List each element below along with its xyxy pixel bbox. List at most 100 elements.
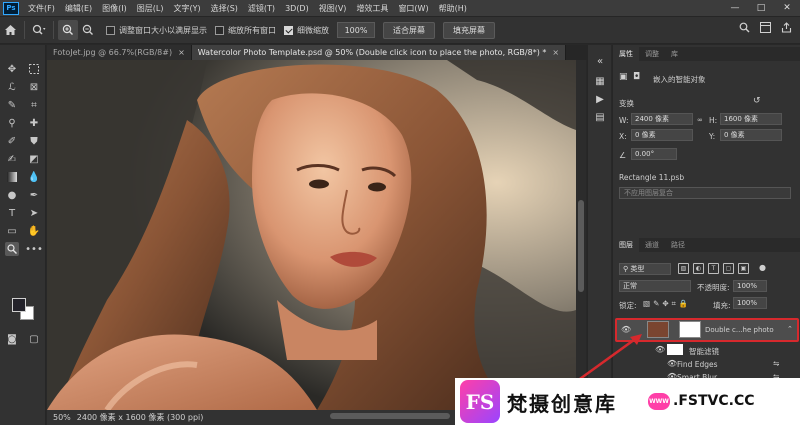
foreground-color-swatch[interactable] bbox=[12, 298, 26, 312]
quick-select-tool-icon[interactable]: ✎ bbox=[5, 98, 19, 112]
maximize-button[interactable]: □ bbox=[748, 0, 774, 16]
menu-layer[interactable]: 图层(L) bbox=[132, 3, 169, 14]
reset-transform-icon[interactable]: ↺ bbox=[753, 96, 761, 106]
blend-mode-select[interactable]: 正常 bbox=[619, 280, 691, 292]
smart-object-filter-icon[interactable]: ▣ bbox=[738, 263, 749, 274]
menu-filter[interactable]: 滤镜(T) bbox=[243, 3, 280, 14]
adjustment-filter-icon[interactable]: ◐ bbox=[693, 263, 704, 274]
scrollbar-thumb[interactable] bbox=[578, 200, 584, 292]
close-window-button[interactable]: ✕ bbox=[774, 0, 800, 16]
eye-icon[interactable]: 👁 bbox=[667, 359, 677, 368]
eye-icon[interactable]: 👁 bbox=[655, 345, 665, 354]
filter-toggle-icon[interactable]: ● bbox=[759, 263, 766, 272]
zoom-tool-preset-icon[interactable] bbox=[29, 20, 49, 40]
collapse-panels-icon[interactable]: « bbox=[594, 55, 606, 67]
tab-paths[interactable]: 路径 bbox=[665, 238, 691, 252]
lock-options-icon[interactable]: ▧✎✥⌗🔒 bbox=[643, 299, 691, 309]
gradient-tool-icon[interactable] bbox=[5, 170, 19, 184]
type-tool-icon[interactable]: T bbox=[5, 206, 19, 220]
move-tool-icon[interactable]: ✥ bbox=[5, 62, 19, 76]
tab-properties[interactable]: 属性 bbox=[613, 47, 639, 61]
tab-channels[interactable]: 通道 bbox=[639, 238, 665, 252]
close-tab-icon[interactable]: × bbox=[552, 48, 559, 57]
blur-tool-icon[interactable]: 💧 bbox=[27, 170, 41, 184]
lasso-tool-icon[interactable]: ℒ bbox=[5, 80, 19, 94]
menu-window[interactable]: 窗口(W) bbox=[393, 3, 433, 14]
zoom-all-windows-checkbox[interactable]: 缩放所有窗口 bbox=[215, 25, 276, 36]
y-field[interactable]: 0 像素 bbox=[720, 129, 782, 141]
search-icon: ⚲ bbox=[623, 265, 629, 273]
zoom-out-icon[interactable] bbox=[78, 20, 98, 40]
checkbox-box[interactable] bbox=[215, 25, 224, 35]
menu-edit[interactable]: 编辑(E) bbox=[60, 3, 97, 14]
layer-comp-select[interactable]: 不应用图层复合 bbox=[619, 187, 791, 199]
menu-plugins[interactable]: 增效工具 bbox=[351, 3, 393, 14]
zoom-level[interactable]: 50% bbox=[53, 413, 71, 422]
height-field[interactable]: 1600 像素 bbox=[720, 113, 782, 125]
menu-image[interactable]: 图像(I) bbox=[97, 3, 132, 14]
fit-screen-button[interactable]: 适合屏幕 bbox=[383, 21, 435, 39]
checkbox-box[interactable] bbox=[106, 25, 115, 35]
menu-select[interactable]: 选择(S) bbox=[206, 3, 243, 14]
eraser-tool-icon[interactable]: ◩ bbox=[27, 152, 41, 166]
horizontal-scrollbar-thumb[interactable] bbox=[330, 413, 450, 419]
menu-view[interactable]: 视图(V) bbox=[314, 3, 352, 14]
healing-brush-tool-icon[interactable]: ✚ bbox=[27, 116, 41, 130]
tab-libraries[interactable]: 库 bbox=[665, 47, 684, 61]
layer-filter-select[interactable]: ⚲ 类型 bbox=[619, 263, 671, 275]
y-label: Y: bbox=[709, 132, 716, 141]
menu-file[interactable]: 文件(F) bbox=[23, 3, 60, 14]
expand-icon[interactable]: ⌃ bbox=[787, 325, 793, 333]
crop-tool-icon[interactable]: ⌗ bbox=[27, 98, 41, 112]
share-icon[interactable] bbox=[781, 22, 792, 36]
zoom-tool-icon[interactable] bbox=[5, 242, 19, 256]
zoom-in-icon[interactable] bbox=[58, 20, 78, 40]
search-icon[interactable] bbox=[739, 22, 750, 36]
tab-watercolor-template[interactable]: Watercolor Photo Template.psd @ 50% (Dou… bbox=[191, 45, 567, 60]
tab-layers[interactable]: 图层 bbox=[613, 238, 639, 252]
history-icon[interactable]: ▦ bbox=[594, 75, 606, 87]
filter-options-icon[interactable]: ⇋ bbox=[773, 359, 779, 368]
link-icon[interactable]: ∞ bbox=[697, 116, 703, 124]
document-canvas[interactable] bbox=[47, 60, 576, 410]
opacity-field[interactable]: 100% bbox=[733, 280, 767, 292]
shape-filter-icon[interactable]: ▢ bbox=[723, 263, 734, 274]
fill-field[interactable]: 100% bbox=[733, 297, 767, 309]
type-filter-icon[interactable]: T bbox=[708, 263, 719, 274]
brush-tool-icon[interactable]: ✐ bbox=[5, 134, 19, 148]
history-brush-tool-icon[interactable]: ✍ bbox=[5, 152, 19, 166]
object-select-tool-icon[interactable]: ⊠ bbox=[27, 80, 41, 94]
menu-type[interactable]: 文字(Y) bbox=[168, 3, 205, 14]
menu-help[interactable]: 帮助(H) bbox=[434, 3, 472, 14]
zoom-percent-field[interactable]: 100% bbox=[337, 22, 375, 38]
minimize-button[interactable]: — bbox=[722, 0, 748, 16]
quick-mask-icon[interactable]: ◙ bbox=[5, 332, 19, 346]
tab-adjustments[interactable]: 调整 bbox=[639, 47, 665, 61]
rectangle-tool-icon[interactable]: ▭ bbox=[5, 224, 19, 238]
close-tab-icon[interactable]: × bbox=[178, 48, 185, 57]
screen-mode-icon[interactable]: ▢ bbox=[27, 332, 41, 346]
angle-field[interactable]: 0.00° bbox=[631, 148, 677, 160]
fill-screen-button[interactable]: 填充屏幕 bbox=[443, 21, 495, 39]
info-icon[interactable]: ▤ bbox=[594, 111, 606, 123]
workspace-icon[interactable] bbox=[760, 22, 771, 36]
x-field[interactable]: 0 像素 bbox=[631, 129, 693, 141]
tab-fotojet[interactable]: FotoJet.jpg @ 66.7%(RGB/8#) × bbox=[47, 45, 192, 60]
path-select-tool-icon[interactable]: ➤ bbox=[27, 206, 41, 220]
menu-3d[interactable]: 3D(D) bbox=[280, 4, 314, 13]
play-action-icon[interactable]: ▶ bbox=[594, 93, 606, 105]
home-icon[interactable] bbox=[0, 20, 20, 40]
checkbox-box-checked[interactable] bbox=[284, 25, 293, 35]
width-field[interactable]: 2400 像素 bbox=[631, 113, 693, 125]
resize-windows-checkbox[interactable]: 调整窗口大小以满屏显示 bbox=[106, 25, 207, 36]
scrubby-zoom-checkbox[interactable]: 细微缩放 bbox=[284, 25, 329, 36]
fs-logo: FS bbox=[460, 380, 500, 423]
dodge-tool-icon[interactable]: ● bbox=[5, 188, 19, 202]
clone-stamp-tool-icon[interactable]: ⛊ bbox=[27, 134, 41, 148]
pen-tool-icon[interactable]: ✒ bbox=[27, 188, 41, 202]
eyedropper-tool-icon[interactable]: ⚲ bbox=[5, 116, 19, 130]
marquee-tool-icon[interactable] bbox=[27, 62, 41, 76]
pixel-filter-icon[interactable]: ▧ bbox=[678, 263, 689, 274]
hand-tool-icon[interactable]: ✋ bbox=[27, 224, 41, 238]
more-tools-icon[interactable]: ••• bbox=[25, 242, 43, 256]
